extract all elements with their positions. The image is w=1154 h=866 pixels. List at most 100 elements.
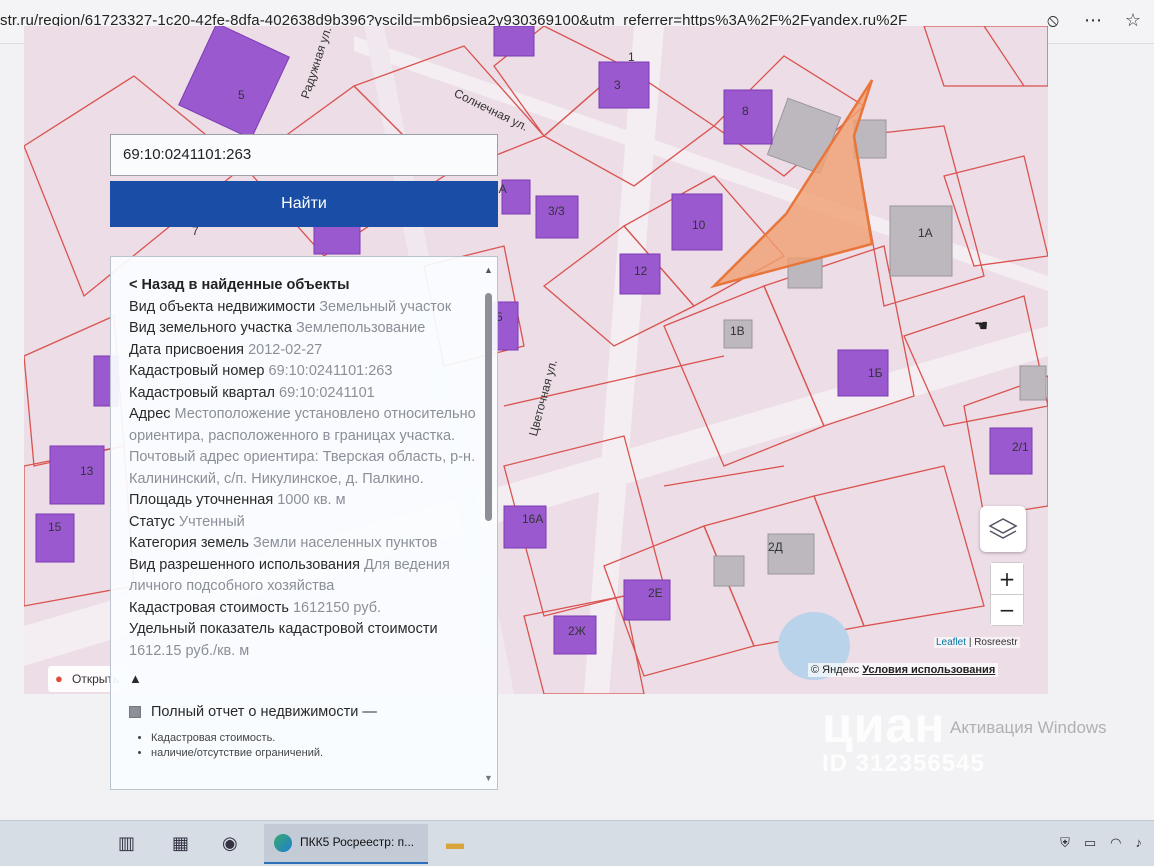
map-attribution: Leaflet | Rosreestr — [934, 637, 1020, 648]
property-field: Адрес Местоположение установлено относит… — [129, 404, 481, 490]
property-field: Вид земельного участка Землепользование — [129, 318, 481, 340]
cian-watermark: циан ID 312356545 — [822, 696, 985, 778]
report-items: Кадастровая стоимость. наличие/отсутстви… — [151, 731, 481, 761]
property-field: Статус Учтенный — [129, 512, 481, 534]
zoom-in-button[interactable]: + — [991, 563, 1023, 594]
collapse-arrow-icon[interactable]: ▲ — [129, 668, 481, 690]
taskbar-active-browser[interactable]: ПКК5 Росреестр: п... — [264, 824, 428, 864]
panel-content: < Назад в найденные объекты Вид объекта … — [129, 275, 481, 761]
zoom-out-button[interactable]: − — [991, 594, 1023, 625]
scroll-down-icon[interactable]: ▼ — [484, 773, 493, 783]
field-label: Категория земель — [129, 535, 249, 551]
parcel-label: 1Б — [868, 366, 883, 380]
report-item: наличие/отсутствие ограничений. — [151, 746, 481, 761]
app-icon[interactable]: ◉ — [222, 833, 238, 854]
report-checkbox[interactable] — [129, 706, 141, 719]
property-field: Удельный показатель кадастровой стоимост… — [129, 619, 481, 662]
hand-cursor-icon: ☚ — [974, 318, 989, 335]
field-value: 1612150 руб. — [292, 599, 382, 616]
parcel-label: 1А — [918, 226, 933, 240]
windows-taskbar: ▥ ▦ ◉ ПКК5 Росреестр: п... ▬ ⛨ ▭ ◠ ♪ — [0, 820, 1154, 866]
layers-icon — [988, 518, 1018, 539]
system-tray: ⛨ ▭ ◠ ♪ — [1060, 835, 1142, 851]
yandex-copyright: © Яндекс — [811, 664, 860, 676]
field-value: Земельный участок — [319, 298, 452, 315]
field-value: 69:10:0241101:263 — [268, 363, 393, 379]
task-view-icon[interactable]: ▥ — [118, 833, 135, 854]
layers-button[interactable] — [980, 506, 1026, 552]
parcel-label: 1 — [628, 50, 635, 64]
field-value: 69:10:0241101 — [279, 384, 375, 401]
shield-icon[interactable]: ⛨ — [1060, 835, 1070, 851]
property-field: Вид разрешенного использования Для веден… — [129, 555, 481, 598]
parcel-label: 2Е — [648, 586, 663, 600]
edge-icon — [274, 834, 292, 852]
rosreestr-credit: | Rosreestr — [968, 637, 1018, 648]
panel-scrollbar[interactable]: ▲ ▼ — [484, 265, 493, 783]
field-label: Удельный показатель кадастровой стоимост… — [129, 621, 438, 637]
find-button[interactable]: Найти — [110, 181, 498, 227]
parcel-label: 3/3 — [548, 204, 565, 218]
parcel-label: 12 — [634, 264, 648, 278]
field-value: Землепользование — [296, 320, 426, 336]
report-label: Полный отчет о недвижимости — — [151, 703, 377, 720]
full-report-option[interactable]: Полный отчет о недвижимости — — [129, 702, 481, 724]
scroll-up-icon[interactable]: ▲ — [484, 265, 493, 275]
parcel-label: 5 — [238, 88, 245, 102]
property-fields: Вид объекта недвижимости Земельный участ… — [129, 297, 481, 663]
cadastral-search-input[interactable]: 69:10:0241101:263 — [110, 134, 498, 176]
network-icon[interactable]: ▭ — [1084, 835, 1096, 851]
parcel-label: 8 — [742, 104, 749, 118]
property-field: Площадь уточненная 1000 кв. м — [129, 490, 481, 512]
field-value: Учтенный — [178, 513, 245, 530]
property-field: Кадастровая стоимость 1612150 руб. — [129, 598, 481, 620]
yandex-attribution: © Яндекс Условия использования — [808, 663, 999, 677]
wifi-icon[interactable]: ◠ — [1110, 835, 1121, 851]
property-field: Кадастровый номер 69:10:0241101:263 — [129, 361, 481, 383]
field-label: Статус — [129, 513, 175, 530]
cian-listing-id: ID 312356545 — [822, 750, 985, 777]
field-value: 1000 кв. м — [277, 492, 346, 508]
field-value: Земли населенных пунктов — [252, 535, 438, 551]
object-info-panel: < Назад в найденные объекты Вид объекта … — [110, 256, 498, 790]
parcel-label: 1В — [730, 324, 745, 338]
zoom-control: + − — [990, 562, 1024, 626]
field-label: Площадь уточненная — [129, 492, 274, 508]
parcel-label: 16А — [522, 512, 544, 526]
parcel-label: 2Ж — [568, 624, 586, 638]
parcel-label: 13 — [80, 464, 94, 478]
terms-link[interactable]: Условия использования — [862, 664, 995, 676]
parcel-label: 3 — [614, 78, 621, 92]
folder-icon[interactable]: ▬ — [446, 833, 464, 854]
property-field: Категория земель Земли населенных пункто… — [129, 533, 481, 555]
more-icon[interactable]: ⋯ — [1082, 10, 1104, 31]
volume-icon[interactable]: ♪ — [1136, 835, 1143, 851]
field-value: 1612.15 руб./кв. м — [129, 642, 250, 659]
field-label: Кадастровый квартал — [129, 384, 276, 401]
cian-logo: циан — [822, 697, 946, 753]
scroll-thumb[interactable] — [485, 293, 492, 521]
report-item: Кадастровая стоимость. — [151, 731, 481, 746]
parcel-label: 2/1 — [1012, 440, 1029, 454]
browser-toolbar-icons: ⦸ ⋯ ☆ — [1042, 10, 1144, 31]
field-label: Вид земельного участка — [129, 320, 292, 336]
store-icon[interactable]: ▦ — [172, 833, 189, 854]
field-value: Местоположение установлено относительно … — [129, 406, 476, 487]
field-label: Дата присвоения — [129, 341, 245, 358]
field-value: 2012-02-27 — [248, 341, 323, 358]
property-field: Вид объекта недвижимости Земельный участ… — [129, 297, 481, 319]
back-to-results-link[interactable]: < Назад в найденные объекты — [129, 275, 481, 297]
parcel-label: 10 — [692, 218, 706, 232]
leaflet-link[interactable]: Leaflet — [936, 637, 966, 648]
field-label: Кадастровый номер — [129, 363, 265, 379]
field-label: Адрес — [129, 406, 171, 422]
field-label: Вид разрешенного использования — [129, 556, 360, 573]
property-field: Дата присвоения 2012-02-27 — [129, 340, 481, 362]
active-tab-title: ПКК5 Росреестр: п... — [300, 835, 415, 849]
field-label: Кадастровая стоимость — [129, 599, 289, 616]
parcel-label: 15 — [48, 520, 62, 534]
field-label: Вид объекта недвижимости — [129, 298, 316, 315]
parcel-label: 2Д — [768, 540, 783, 554]
map-pin-icon: ● — [55, 671, 63, 686]
favorite-icon[interactable]: ☆ — [1122, 10, 1144, 31]
